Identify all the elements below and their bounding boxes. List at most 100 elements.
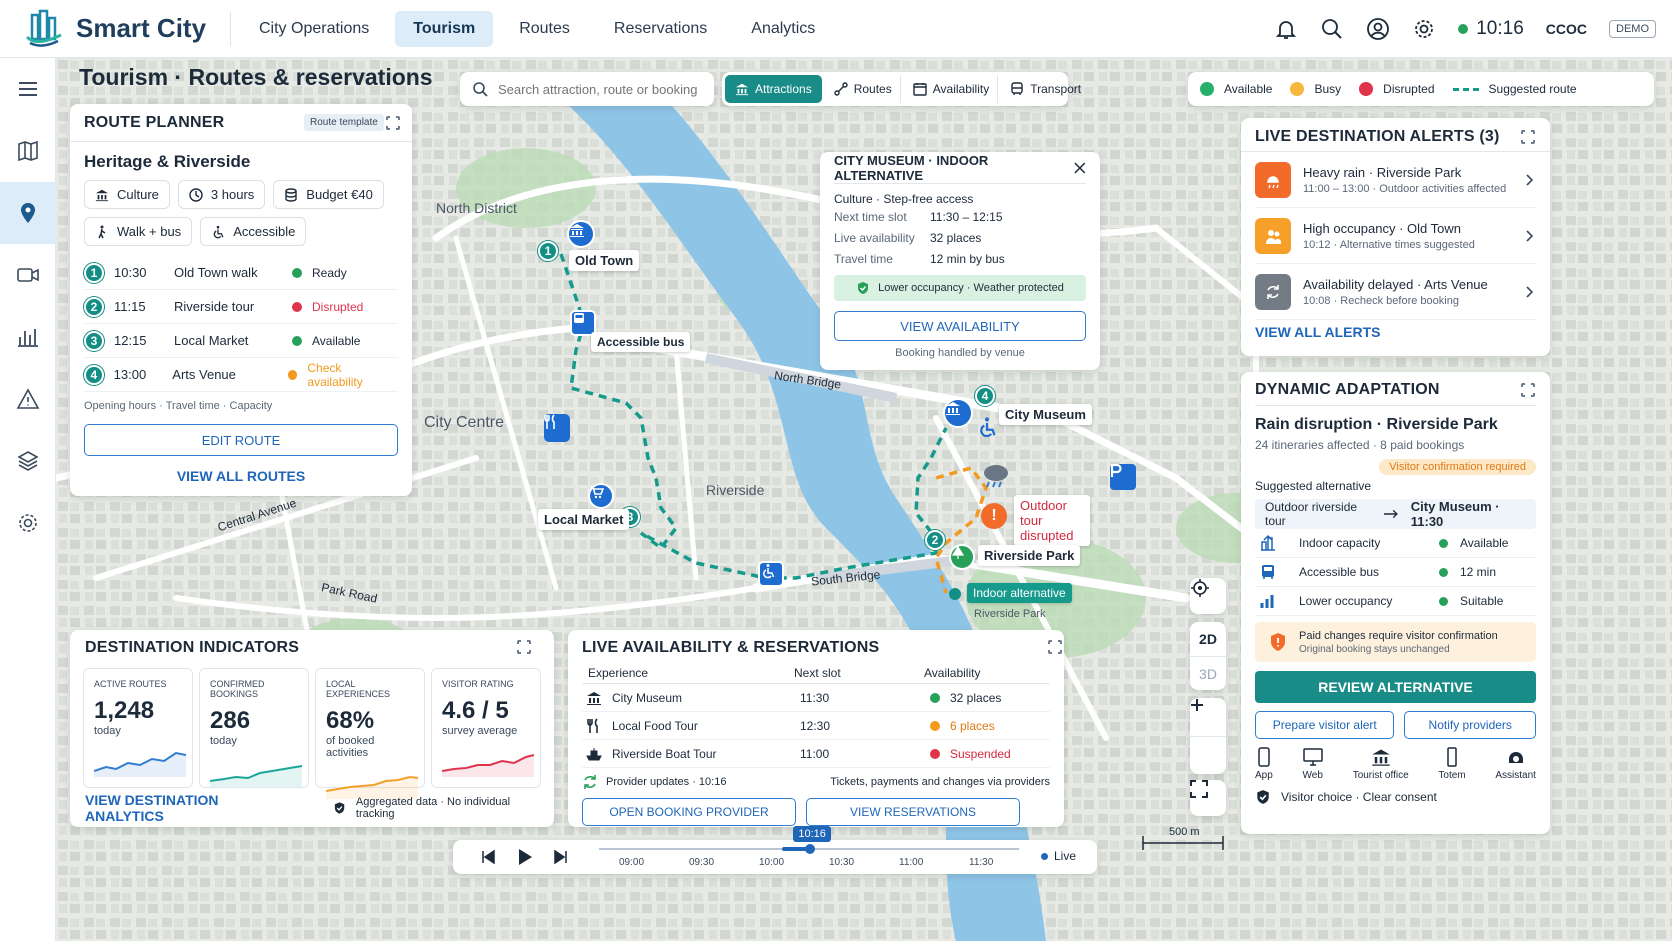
route-stop-row[interactable]: 3 12:15 Local Market Available [84,324,398,358]
play-icon[interactable] [517,848,533,866]
filter-availability[interactable]: Availability [905,75,999,103]
tag-mode[interactable]: Walk + bus [84,217,193,246]
nav-analytics[interactable]: Analytics [733,11,833,47]
view-availability-button[interactable]: VIEW AVAILABILITY [834,311,1086,341]
indicator-card[interactable]: VISITOR RATING 4.6 / 5 survey average [431,668,541,788]
alert-item[interactable]: Availability delayed · Arts Venue 10:08 ·… [1255,264,1536,320]
nav-tourism[interactable]: Tourism [395,10,494,47]
expand-icon[interactable] [385,115,401,131]
nav-reservations[interactable]: Reservations [596,11,725,47]
alerts-title: LIVE DESTINATION ALERTS (3) [1255,128,1500,145]
sidebar-item-analytics[interactable] [0,306,56,368]
label-riverside-park: Riverside Park [978,545,1081,566]
zoom-out-button[interactable] [1190,704,1226,774]
alert-item[interactable]: Heavy rain · Riverside Park 11:00 – 13:00… [1255,152,1536,208]
channel-assistant[interactable]: Assistant [1495,747,1536,781]
label-indoor-alternative[interactable]: Indoor alternative [967,583,1072,603]
accessible-marker[interactable] [758,561,784,587]
popup-badge-label: Lower occupancy · Weather protected [878,282,1064,294]
confirmation-badge: Visitor confirmation required [1379,459,1536,475]
view-all-alerts-link[interactable]: VIEW ALL ALERTS [1241,320,1550,340]
indicator-card[interactable]: CONFIRMED BOOKINGS 286 today [199,668,309,788]
sidebar-item-layers[interactable] [0,430,56,492]
view-all-routes-link[interactable]: VIEW ALL ROUTES [84,468,398,484]
chevron-right-icon [1526,230,1534,242]
parking-marker[interactable] [1110,464,1136,490]
disruption-marker[interactable]: ! [981,503,1007,529]
filter-attractions[interactable]: Attractions [725,75,822,103]
market-marker[interactable] [588,483,614,509]
alert-item[interactable]: High occupancy · Old Town 10:12 · Alterna… [1255,208,1536,264]
expand-icon[interactable] [516,639,532,655]
indicator-card[interactable]: ACTIVE ROUTES 1,248 today [83,668,193,788]
expand-icon[interactable] [1047,639,1063,655]
route-stop-4[interactable]: 4 [975,386,995,406]
route-template-button[interactable]: Route template [304,114,384,131]
close-icon[interactable] [1074,162,1086,174]
adaptation-title: DYNAMIC ADAPTATION [1255,381,1440,398]
channel-web[interactable]: Web [1303,747,1323,781]
user-icon[interactable] [1366,17,1390,41]
menu-button[interactable] [0,58,56,120]
availability-row[interactable]: Riverside Boat Tour 11:00 Suspended [582,740,1050,768]
channel-tourist-office[interactable]: Tourist office [1353,747,1409,781]
view-2d-button[interactable]: 2D [1190,622,1226,656]
city-museum-marker[interactable] [943,398,973,428]
alerts-list: Heavy rain · Riverside Park 11:00 – 13:00… [1241,152,1550,320]
museum-marker-old-town[interactable] [567,220,595,248]
live-toggle[interactable]: Live [1041,849,1076,863]
view-reservations-button[interactable]: VIEW RESERVATIONS [806,798,1020,826]
prepare-alert-button[interactable]: Prepare visitor alert [1255,711,1395,739]
brand[interactable]: Smart City [0,9,230,49]
channel-app[interactable]: App [1255,747,1273,781]
open-booking-provider-button[interactable]: OPEN BOOKING PROVIDER [582,798,796,826]
filter-transport[interactable]: Transport [1002,75,1089,103]
route-stop-row[interactable]: 2 11:15 Riverside tour Disrupted [84,290,398,324]
search-input[interactable] [498,81,698,97]
timeline-handle[interactable] [805,844,816,854]
skip-forward-icon[interactable] [554,850,568,864]
filter-routes[interactable]: Routes [826,75,901,103]
route-stop-row[interactable]: 4 13:00 Arts Venue Check availability [84,358,398,392]
sidebar-item-cameras[interactable] [0,244,56,306]
nav-routes[interactable]: Routes [501,11,588,47]
edit-route-button[interactable]: EDIT ROUTE [84,424,398,456]
fullscreen-button[interactable] [1190,780,1226,816]
nav-city-operations[interactable]: City Operations [241,11,387,47]
sidebar-item-places[interactable] [0,182,56,244]
availability-row[interactable]: Local Food Tour 12:30 6 places [582,712,1050,740]
route-icon [834,82,848,96]
tag-culture[interactable]: Culture [84,180,170,209]
experience-name: Local Food Tour [612,718,698,733]
route-stop-2[interactable]: 2 [925,530,945,550]
review-alternative-button[interactable]: REVIEW ALTERNATIVE [1255,671,1536,703]
route-stop-1[interactable]: 1 [538,241,558,261]
availability-row[interactable]: City Museum 11:30 32 places [582,684,1050,712]
search-icon[interactable] [1320,17,1344,41]
gear-icon[interactable] [1412,17,1436,41]
tag-budget[interactable]: Budget €40 [273,180,384,209]
skip-back-icon[interactable] [481,850,495,864]
legend-suggested: Suggested route [1488,82,1577,96]
stop-name: Old Town walk [174,265,258,280]
route-stop-row[interactable]: 1 10:30 Old Town walk Ready [84,256,398,290]
sidebar-item-alerts[interactable] [0,368,56,430]
sidebar-item-map[interactable] [0,120,56,182]
tag-duration[interactable]: 3 hours [177,180,266,209]
tag-mode-label: Walk + bus [117,224,182,239]
channel-totem[interactable]: Totem [1438,747,1466,781]
sidebar-item-settings[interactable] [0,492,56,554]
restaurant-marker[interactable] [544,414,570,442]
view-3d-button[interactable]: 3D [1190,656,1226,690]
live-status-dot [1458,24,1469,34]
bell-icon[interactable] [1274,17,1298,41]
tag-accessible[interactable]: Accessible [200,217,307,246]
notify-providers-button[interactable]: Notify providers [1404,711,1536,739]
park-marker[interactable] [949,544,975,570]
indicator-card[interactable]: LOCAL EXPERIENCES 68% of booked activiti… [315,668,425,799]
expand-icon[interactable] [1520,129,1536,145]
expand-icon[interactable] [1520,382,1536,398]
view-analytics-link[interactable]: VIEW DESTINATION ANALYTICS [85,792,287,824]
locate-button[interactable] [1190,578,1226,614]
warn-title: Paid changes require visitor confirmatio… [1299,629,1498,642]
